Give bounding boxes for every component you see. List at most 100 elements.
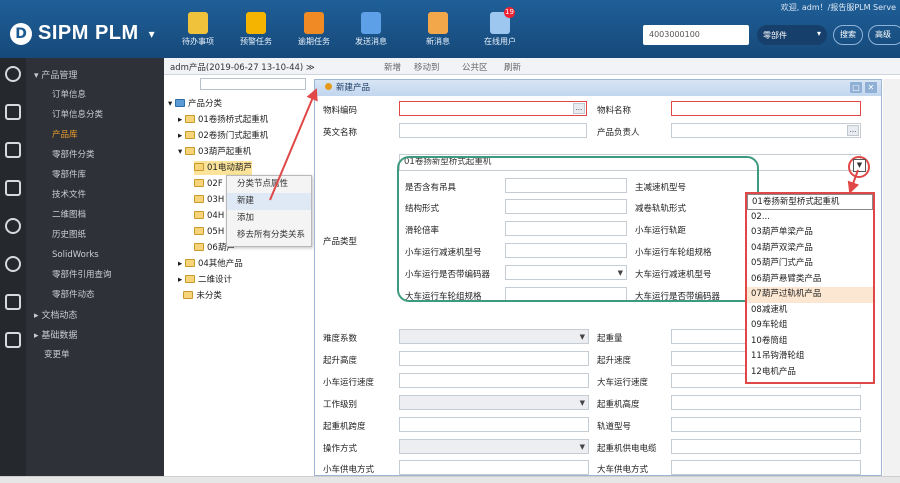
tree-node[interactable]: ▸ 04其他产品 (178, 257, 243, 271)
field-input[interactable] (671, 460, 861, 475)
menu-item-remove-relations[interactable]: 移去所有分类关系 (227, 227, 311, 244)
toolbar-todo[interactable]: 待办事项 (172, 12, 224, 47)
english-name-input[interactable] (399, 123, 587, 138)
menu-item-add[interactable]: 添加 (227, 210, 311, 227)
chat-icon[interactable] (5, 218, 21, 234)
field-select[interactable]: ▼ (399, 439, 589, 454)
sidebar-item[interactable]: SolidWorks (26, 246, 164, 264)
edit-icon[interactable] (5, 142, 21, 158)
field-input[interactable] (671, 417, 861, 432)
horizontal-scrollbar[interactable] (0, 476, 900, 483)
dropdown-option[interactable]: 01卷扬新型桥式起重机 (747, 194, 873, 210)
sidebar-item-active[interactable]: 产品库 (26, 126, 164, 144)
tree-node[interactable]: 05H (194, 225, 224, 239)
material-name-input[interactable] (671, 101, 861, 116)
refresh-button[interactable]: 刷新 (504, 61, 521, 73)
sidebar-item[interactable]: 零部件动态 (26, 286, 164, 304)
dropdown-option[interactable]: 11吊钩滑轮组 (747, 349, 873, 365)
sidebar-nav: ▾ 产品管理 订单信息 订单信息分类 产品库 零部件分类 零部件库 技术文件 二… (26, 58, 164, 476)
field-select[interactable]: ▼ (399, 395, 589, 410)
app-logo[interactable]: D SIPM PLM ▾ (10, 22, 155, 45)
tree-node[interactable]: 03H (194, 193, 224, 207)
owner-input[interactable]: ... (671, 123, 861, 138)
dropdown-option[interactable]: 03葫芦单梁产品 (747, 225, 873, 241)
sidebar-item[interactable]: 订单信息分类 (26, 106, 164, 124)
menu-item-new[interactable]: 新建 (227, 193, 311, 210)
tree-node[interactable]: ▾ 03葫芦起重机 (178, 145, 251, 159)
window-title-bar[interactable]: 新建产品 □ ✕ (315, 80, 881, 96)
tree-node[interactable]: ▸ 01卷扬桥式起重机 (178, 113, 268, 127)
search-button[interactable]: 搜索 (833, 25, 863, 45)
difficulty-select[interactable]: ▼ (399, 329, 589, 344)
sidebar-item[interactable]: 订单信息 (26, 86, 164, 104)
field-input[interactable] (671, 395, 861, 410)
move-to-button[interactable]: 移动到 (414, 61, 440, 73)
chevron-down-icon[interactable]: ▾ (149, 27, 155, 41)
public-area-button[interactable]: 公共区 (462, 61, 488, 73)
window-title: 新建产品 (336, 83, 371, 93)
new-button[interactable]: 新增 (384, 61, 401, 73)
breadcrumb[interactable]: adm产品(2019-06-27 13-10-44) ≫ (170, 61, 315, 73)
right-scrollbar[interactable] (883, 79, 900, 476)
browse-button[interactable]: ... (573, 103, 585, 114)
sidebar-item[interactable]: 二维图档 (26, 206, 164, 224)
sidebar-item[interactable]: 零部件分类 (26, 146, 164, 164)
dropdown-option[interactable]: 06葫芦悬臂类产品 (747, 272, 873, 288)
browse-button[interactable]: ... (847, 125, 859, 136)
sidebar-item[interactable]: 历史图纸 (26, 226, 164, 244)
dropdown-option[interactable]: 08减速机 (747, 303, 873, 319)
dropdown-toggle-button[interactable]: ▼ (853, 159, 866, 172)
dropdown-option[interactable]: 09车轮组 (747, 318, 873, 334)
tree-node[interactable]: 04H (194, 209, 224, 223)
book-icon[interactable] (5, 294, 21, 310)
toolbar-overdue-task[interactable]: 逾期任务 (288, 12, 340, 47)
sidebar-item[interactable]: 技术文件 (26, 186, 164, 204)
dropdown-option[interactable]: 05葫芦门式产品 (747, 256, 873, 272)
menu-item-node-properties[interactable]: 分类节点属性 (227, 176, 311, 193)
sidebar-item-change-order[interactable]: 变更单 (26, 346, 164, 364)
product-module-icon[interactable] (5, 66, 21, 82)
search-type-select[interactable]: 零部件 ▾ (757, 25, 827, 45)
dropdown-option[interactable]: 12电机产品 (747, 365, 873, 381)
toolbar-online-users[interactable]: 19 在线用户 (474, 7, 526, 47)
report-icon[interactable] (5, 332, 21, 348)
tree-search-input[interactable] (200, 78, 306, 90)
toolbar-warning-task[interactable]: 预警任务 (230, 12, 282, 47)
english-name-label: 英文名称 (323, 128, 358, 138)
dropdown-option[interactable]: 10卷筒组 (747, 334, 873, 350)
dropdown-option[interactable]: 02... (747, 210, 873, 226)
field-input[interactable] (671, 439, 861, 454)
maximize-icon[interactable]: □ (850, 82, 862, 93)
field-input[interactable] (399, 460, 589, 475)
nav-group-docs[interactable]: ▸ 文档动态 (26, 306, 164, 326)
todo-icon (188, 12, 208, 34)
owner-label: 产品负责人 (597, 128, 640, 138)
search-input[interactable]: 4003000100 (643, 25, 749, 45)
tree-node[interactable]: 02F (194, 177, 223, 191)
tree-node[interactable]: ▸ 二维设计 (178, 273, 232, 287)
database-icon[interactable] (5, 180, 21, 196)
tree-node[interactable]: ▸ 02卷扬门式起重机 (178, 129, 268, 143)
online-count-badge: 19 (504, 7, 515, 18)
field-input[interactable] (399, 351, 589, 366)
tree-node-selected[interactable]: 01电动葫芦 (194, 161, 252, 175)
nav-group-product[interactable]: ▾ 产品管理 (26, 66, 164, 86)
tree-node-root[interactable]: ▾ 产品分类 (168, 97, 222, 111)
advanced-search-button[interactable]: 高级 (868, 25, 900, 45)
material-code-input[interactable]: ... (399, 101, 587, 116)
home-icon[interactable] (5, 104, 21, 120)
sidebar-item[interactable]: 零部件引用查询 (26, 266, 164, 284)
field-input[interactable] (399, 417, 589, 432)
dropdown-option[interactable]: 04葫芦双梁产品 (747, 241, 873, 257)
toolbar-label: 逾期任务 (298, 37, 330, 46)
signal-icon[interactable] (5, 256, 21, 272)
close-icon[interactable]: ✕ (865, 82, 877, 93)
nav-group-base[interactable]: ▸ 基础数据 (26, 326, 164, 346)
toolbar-send-message[interactable]: 发送消息 (345, 12, 397, 47)
sidebar-item[interactable]: 零部件库 (26, 166, 164, 184)
field-label: 起升速度 (597, 356, 632, 366)
toolbar-new-message[interactable]: 新消息 (412, 12, 464, 47)
dropdown-option-highlighted[interactable]: 07葫芦过轨机产品 (747, 287, 873, 303)
tree-node[interactable]: 未分类 (178, 289, 222, 303)
field-input[interactable] (399, 373, 589, 388)
